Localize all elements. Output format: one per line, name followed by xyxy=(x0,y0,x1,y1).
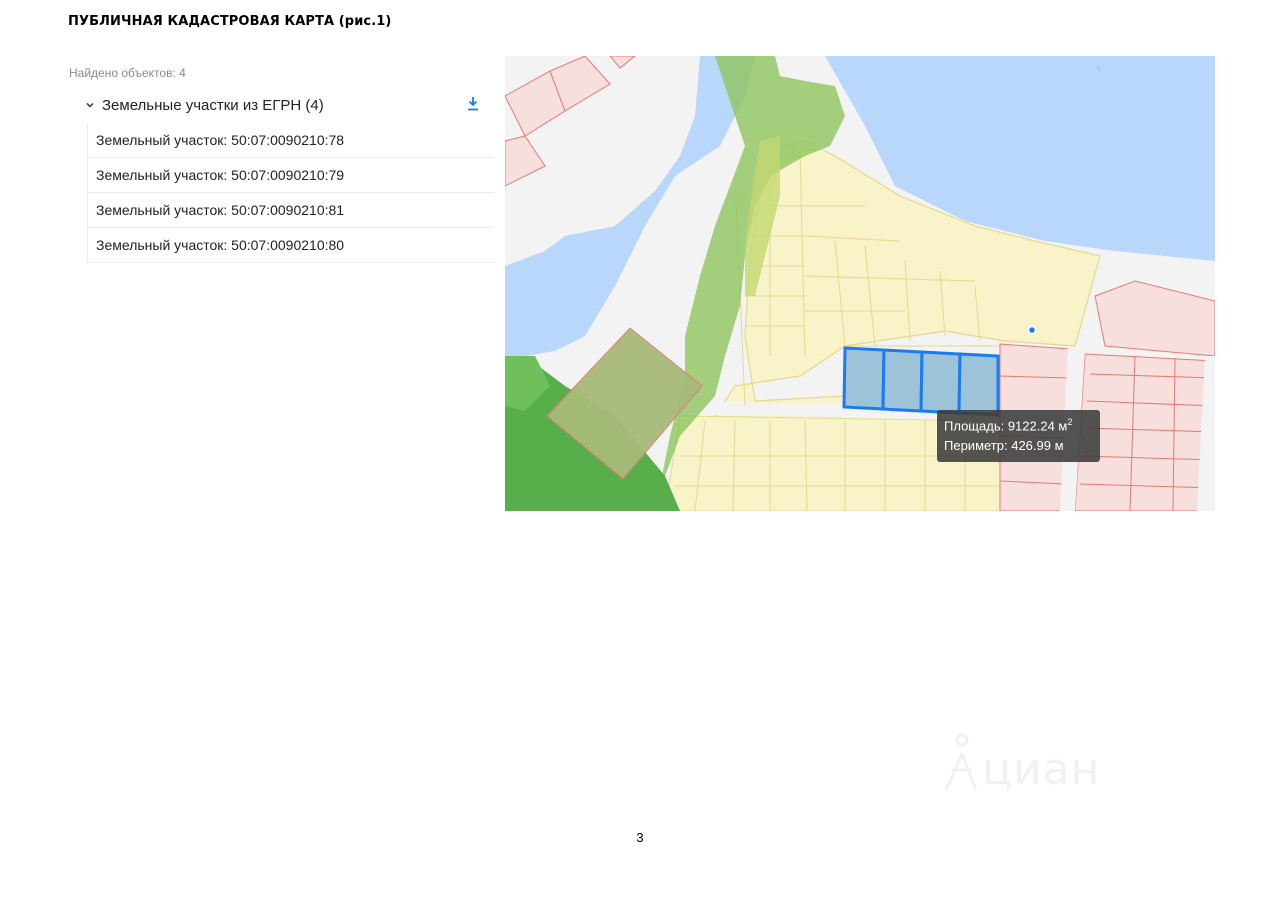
layer-group-header[interactable]: Земельные участки из ЕГРН (4) xyxy=(84,94,480,116)
person-icon xyxy=(944,733,978,791)
map-canvas[interactable]: ~ xyxy=(505,56,1215,511)
layer-group-title: Земельные участки из ЕГРН (4) xyxy=(102,96,324,114)
cadastral-map[interactable]: ~ Площадь: 9122.24 м2 Периметр: 426.99 м xyxy=(505,56,1215,511)
parcel-list-item[interactable]: Земельный участок: 50:07:0090210:78 xyxy=(88,123,494,158)
map-point-marker xyxy=(1027,325,1037,335)
watermark: циан xyxy=(940,730,1160,800)
parcel-list: Земельный участок: 50:07:0090210:78 Земе… xyxy=(87,123,494,263)
chevron-down-icon[interactable] xyxy=(84,99,96,111)
found-count: Найдено объектов: 4 xyxy=(69,66,186,80)
parcel-list-item[interactable]: Земельный участок: 50:07:0090210:79 xyxy=(88,158,494,193)
area-measurement: Площадь: 9122.24 м2 xyxy=(944,417,1073,434)
perimeter-measurement: Периметр: 426.99 м xyxy=(944,438,1064,454)
selected-parcels xyxy=(842,346,1000,417)
download-icon[interactable] xyxy=(466,96,480,112)
watermark-text: циан xyxy=(982,744,1101,795)
document-title: ПУБЛИЧНАЯ КАДАСТРОВАЯ КАРТА (рис.1) xyxy=(68,14,392,29)
search-results-panel: Найдено объектов: 4 Земельные участки из… xyxy=(68,56,494,516)
page-number: 3 xyxy=(636,830,644,845)
measure-tooltip: Площадь: 9122.24 м2 Периметр: 426.99 м xyxy=(937,410,1100,462)
parcel-list-item[interactable]: Земельный участок: 50:07:0090210:80 xyxy=(88,228,494,263)
parcel-list-item[interactable]: Земельный участок: 50:07:0090210:81 xyxy=(88,193,494,228)
